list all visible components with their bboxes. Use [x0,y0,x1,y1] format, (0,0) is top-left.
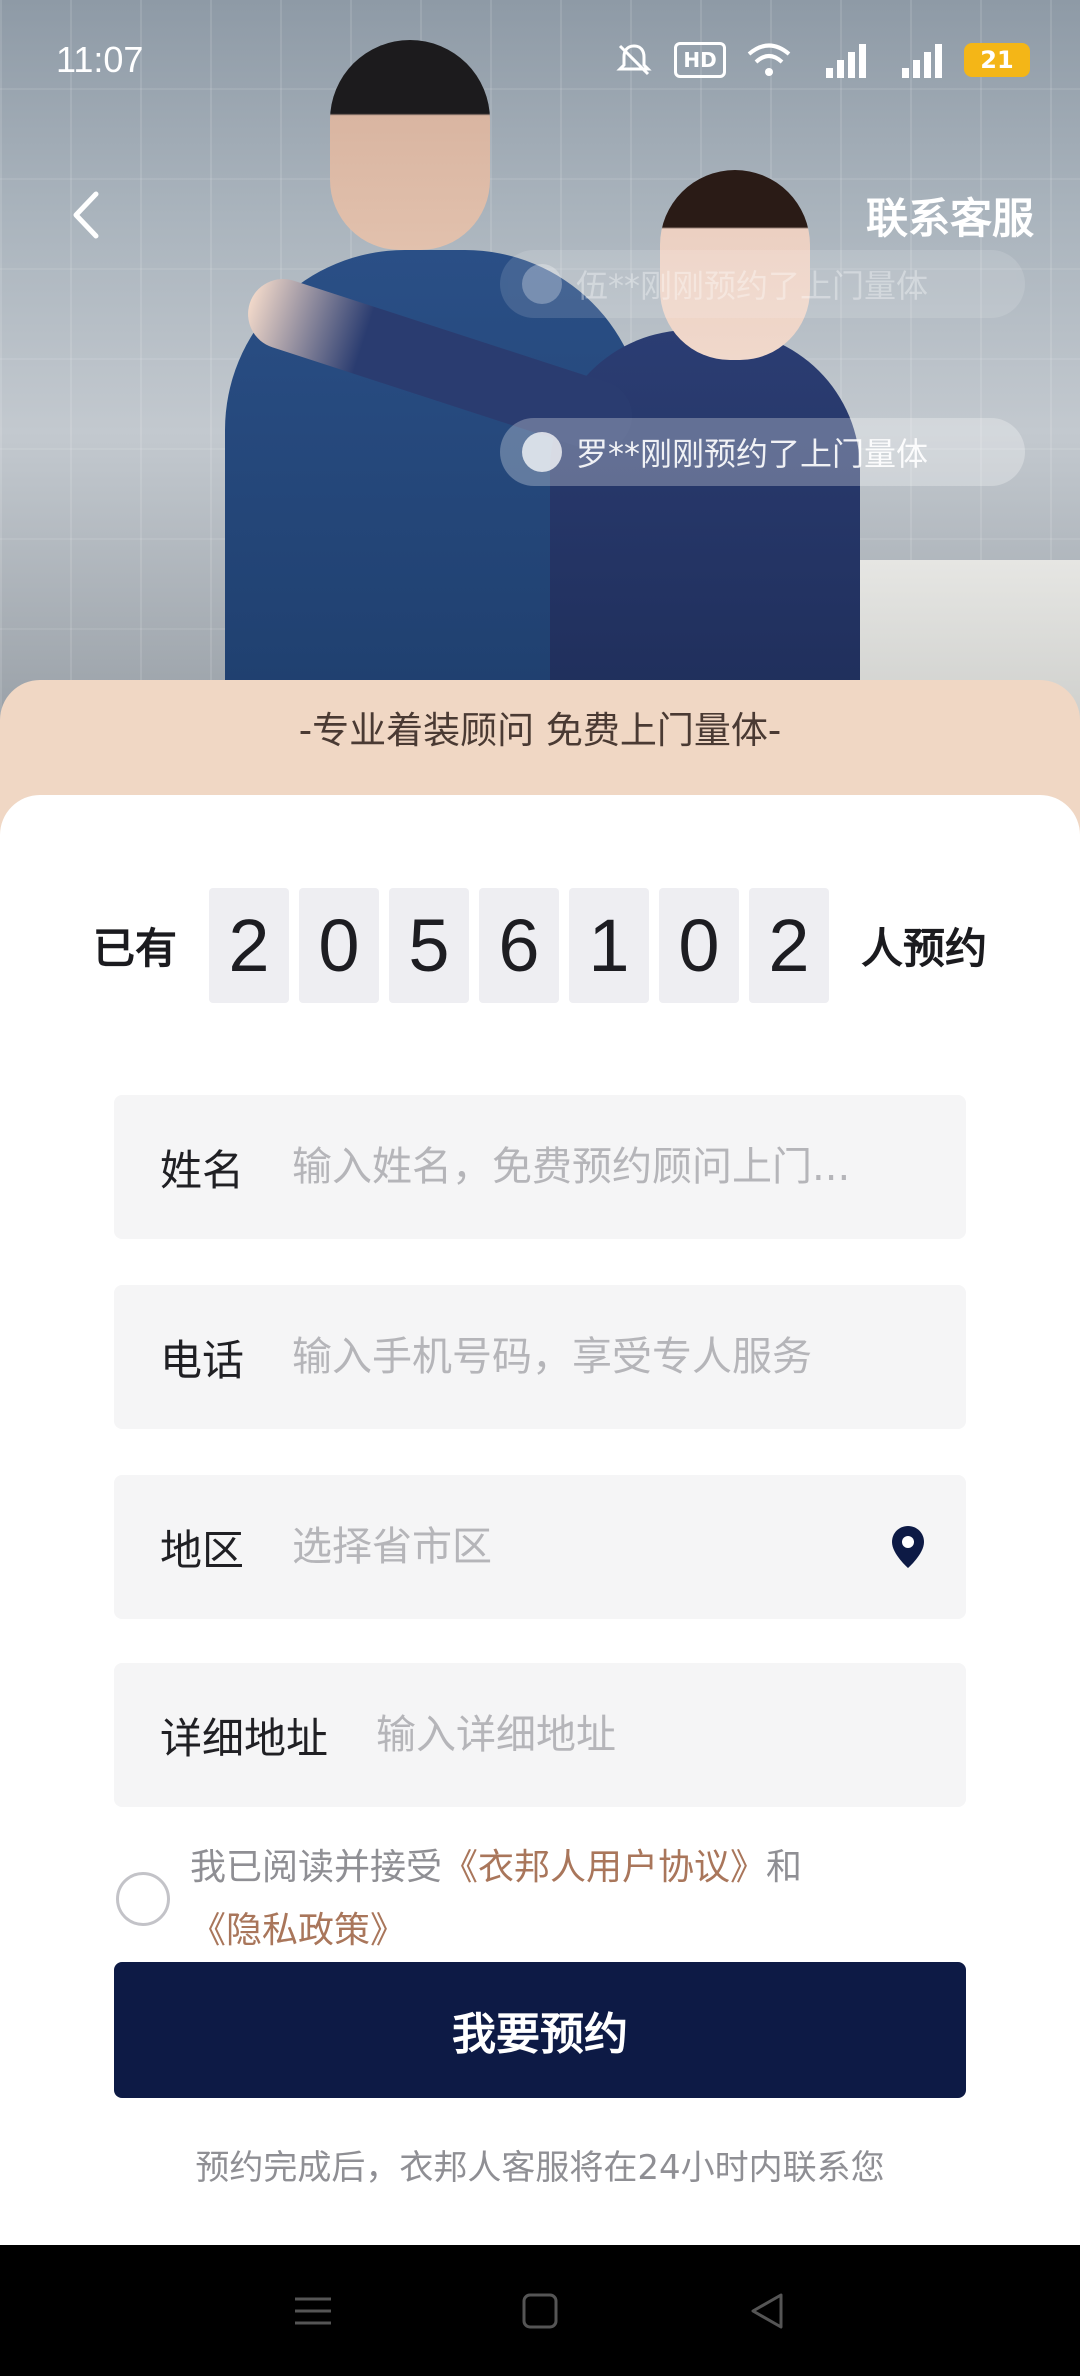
phone-label: 电话 [160,1335,245,1385]
counter-digit: 0 [299,888,379,1003]
counter-digit: 2 [749,888,829,1003]
phone-field[interactable]: 电话 [114,1285,966,1429]
address-input[interactable] [376,1712,966,1758]
counter-digit: 0 [659,888,739,1003]
counter-suffix: 人预约 [861,924,988,973]
name-field[interactable]: 姓名 [114,1095,966,1239]
location-pin-icon[interactable] [886,1521,930,1573]
counter-digits: 2 0 5 6 1 0 2 [209,888,829,1003]
ticker-bubble: 伍**刚刚预约了上门量体 [500,250,1025,318]
counter-digit: 5 [389,888,469,1003]
contact-service-button[interactable]: 联系客服 [866,185,1034,245]
status-icons: HD 21 [614,40,1030,80]
hd-icon: HD [674,42,726,78]
ticker-bubble: 罗**刚刚预约了上门量体 [500,418,1025,486]
system-navigation-bar [0,2245,1080,2376]
ticker-message: 罗**刚刚预约了上门量体 [576,435,929,473]
agreement-row: 我已阅读并接受《衣邦人用户协议》和 《隐私政策》 [116,1836,976,1962]
agreement-text: 我已阅读并接受《衣邦人用户协议》和 《隐私政策》 [190,1836,802,1962]
battery-indicator: 21 [964,43,1030,77]
counter-prefix: 已有 [92,924,177,973]
signal-5g-icon [826,44,866,78]
phone-input[interactable] [292,1334,966,1380]
chevron-left-icon [73,191,99,239]
home-icon[interactable] [510,2281,570,2341]
mute-bell-icon [616,44,652,76]
counter-digit: 6 [479,888,559,1003]
region-select[interactable] [292,1524,886,1570]
counter-digit: 2 [209,888,289,1003]
agreement-and: 和 [766,1847,803,1888]
wifi-icon [747,43,791,76]
user-agreement-link[interactable]: 《衣邦人用户协议》 [442,1847,766,1888]
signal-5g-icon [902,44,942,78]
footnote: 预约完成后，衣邦人客服将在24小时内联系您 [195,2148,885,2188]
privacy-policy-link[interactable]: 《隐私政策》 [190,1910,406,1951]
agreement-prefix: 我已阅读并接受 [190,1847,443,1888]
banner-text: -专业着装顾问 免费上门量体- [298,709,782,752]
book-button[interactable]: 我要预约 [114,1962,966,2098]
region-field[interactable]: 地区 [114,1475,966,1619]
back-button[interactable] [55,185,115,245]
region-label: 地区 [160,1525,245,1575]
menu-icon[interactable] [283,2281,343,2341]
ticker-message: 伍**刚刚预约了上门量体 [576,267,929,305]
booking-counter: 已有 2 0 5 6 1 0 2 人预约 [0,888,1080,1003]
counter-digit: 1 [569,888,649,1003]
address-label: 详细地址 [160,1713,329,1763]
avatar [522,264,562,304]
agreement-checkbox[interactable] [116,1872,170,1926]
address-field[interactable]: 详细地址 [114,1663,966,1807]
status-time: 11:07 [56,39,144,80]
name-label: 姓名 [160,1145,245,1195]
back-triangle-icon[interactable] [737,2281,797,2341]
status-bar: 11:07 HD 21 [0,0,1080,120]
avatar [522,432,562,472]
name-input[interactable] [292,1144,966,1190]
